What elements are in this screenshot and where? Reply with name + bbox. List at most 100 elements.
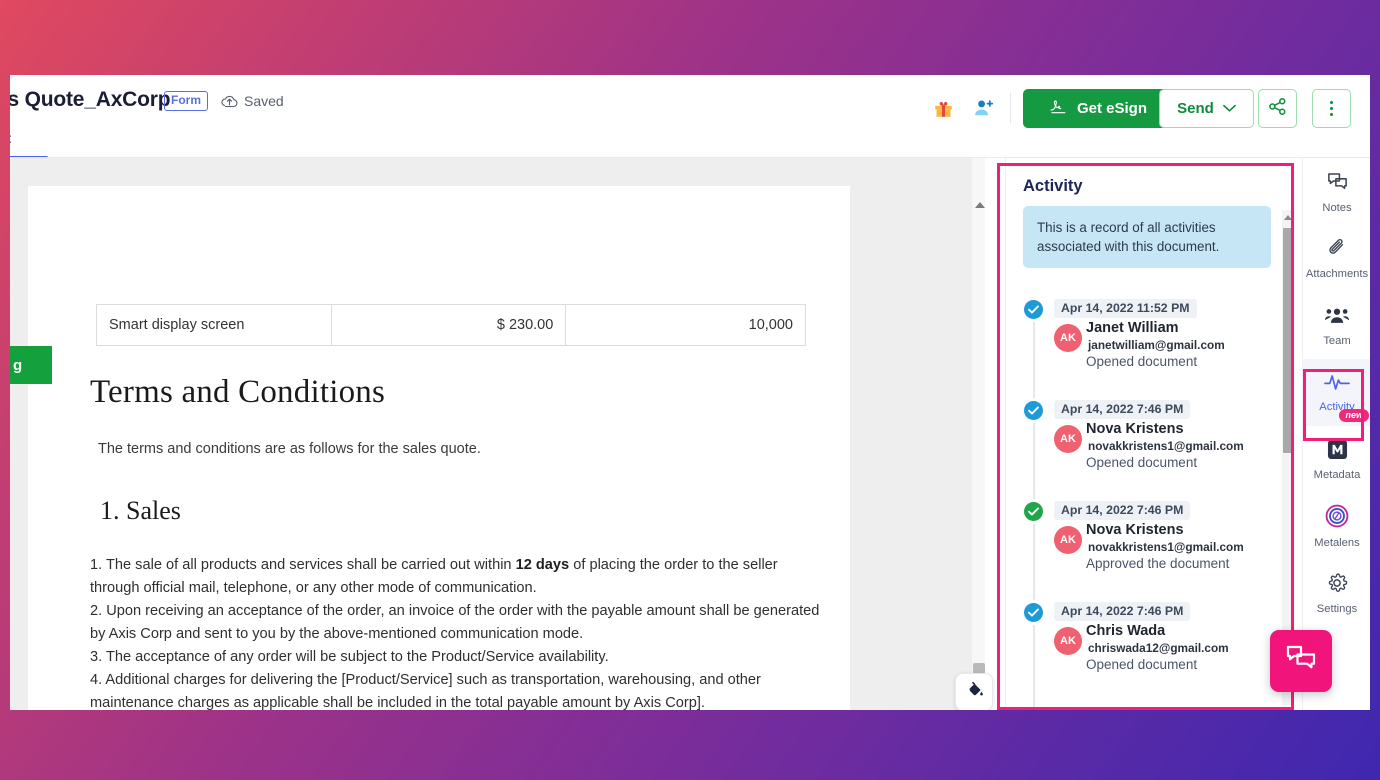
avatar: AK [1054,627,1082,655]
activity-user-email: janetwilliam@gmail.com [1088,338,1225,352]
avatar: AK [1054,425,1082,453]
chevron-down-icon [1222,100,1236,117]
rail-label: Attachments [1305,268,1369,280]
avatar: AK [1054,324,1082,352]
clause-4: 4. Additional charges for delivering the… [90,672,761,710]
activity-panel-title: Activity [1023,177,1083,195]
activity-info-note: This is a record of all activities assoc… [1023,206,1271,268]
clause-1-part-a: 1. The sale of all products and services… [90,557,516,573]
saved-status: Saved [221,93,284,109]
rail-label: Notes [1322,201,1352,214]
status-check-icon [1024,603,1043,622]
metalens-circle-icon [1325,504,1349,533]
cloud-upload-icon [221,95,238,108]
sales-clauses: 1. The sale of all products and services… [90,554,830,710]
activity-list[interactable]: Apr 14, 2022 11:52 PM AK Janet William j… [1006,298,1283,710]
cell-price[interactable]: $ 230.00 [330,304,567,346]
activity-timestamp: Apr 14, 2022 7:46 PM [1054,602,1191,621]
notes-chat-icon [1326,170,1349,198]
rail-label: Team [1323,335,1351,347]
saved-label: Saved [244,93,284,109]
rail-item-notes[interactable]: Notes [1303,158,1370,225]
cell-item[interactable]: Smart display screen [96,304,332,346]
rail-item-metalens[interactable]: Metalens [1303,493,1370,560]
activity-user-email: novakkristens1@gmail.com [1088,439,1244,453]
signature-icon [1049,99,1069,119]
add-user-icon[interactable] [970,95,996,121]
new-badge: new [1339,409,1369,422]
activity-pulse-icon [1324,372,1350,397]
rail-item-settings[interactable]: Settings [1303,560,1370,627]
activity-user-name: Janet William [1086,320,1179,336]
status-check-icon [1024,502,1043,521]
rail-label: Metadata [1313,468,1361,481]
document-page: Smart display screen $ 230.00 10,000 Ter… [28,186,850,710]
top-bar: es Quote_AxCorp Form Saved ent [10,75,1370,159]
more-options-button[interactable] [1312,89,1351,128]
activity-action-label: Opened document [1086,354,1198,369]
form-badge: Form [164,91,208,111]
cell-quantity[interactable]: 10,000 [565,304,806,346]
page-title: es Quote_AxCorp [10,88,171,111]
rail-item-attachments[interactable]: Attachments [1303,225,1370,292]
table-row[interactable]: Smart display screen $ 230.00 10,000 [96,304,806,346]
terms-heading: Terms and Conditions [90,374,386,410]
share-button[interactable] [1258,89,1297,128]
list-item[interactable]: Apr 14, 2022 7:46 PM AK Nova Kristens no… [1006,500,1283,601]
terms-lead-text: The terms and conditions are as follows … [98,441,481,457]
avatar: AK [1054,526,1082,554]
status-check-icon [1024,401,1043,420]
gear-icon [1326,572,1348,599]
kebab-menu-icon [1330,100,1333,118]
metadata-m-icon [1327,439,1348,465]
scroll-up-arrow-icon[interactable] [975,202,985,208]
send-label: Send [1177,100,1214,117]
activity-panel: Activity This is a record of all activit… [1005,158,1302,710]
activity-user-name: Nova Kristens [1086,421,1184,437]
quote-line-items-table: Smart display screen $ 230.00 10,000 [96,304,806,346]
activity-user-email: chriswada12@gmail.com [1088,641,1229,655]
activity-scrollbar-thumb[interactable] [1283,228,1293,453]
list-item[interactable]: Apr 14, 2022 11:52 PM AK Janet William j… [1006,298,1283,399]
send-button[interactable]: Send [1159,89,1254,128]
activity-action-label: Approved the document [1086,556,1230,571]
chat-fab-button[interactable] [1270,630,1332,692]
tab-document[interactable]: ent [10,130,11,155]
get-esign-label: Get eSign [1076,100,1147,117]
paint-bucket-icon [964,679,985,705]
paperclip-icon [1326,237,1348,264]
app-window: es Quote_AxCorp Form Saved ent [10,75,1370,710]
status-check-icon [1024,300,1043,319]
clause-1: 1. The sale of all products and services… [90,554,830,600]
chat-bubbles-icon [1285,644,1317,679]
green-field-tag[interactable]: g [10,346,52,384]
rail-label: Settings [1316,603,1358,615]
document-canvas[interactable]: Smart display screen $ 230.00 10,000 Ter… [10,158,985,710]
activity-timestamp: Apr 14, 2022 7:46 PM [1054,400,1191,419]
activity-timestamp: Apr 14, 2022 7:46 PM [1054,501,1191,520]
clause-3: 3. The acceptance of any order will be s… [90,649,609,665]
share-icon [1268,97,1287,121]
list-item[interactable]: Apr 14, 2022 7:46 PM AK Chris Wada chris… [1006,601,1283,702]
clause-2: 2. Upon receiving an acceptance of the o… [90,603,820,642]
fill-color-tool-button[interactable] [955,673,993,710]
sales-section-heading: 1. Sales [100,496,181,525]
gift-icon[interactable] [930,95,956,121]
rail-item-metadata[interactable]: Metadata [1303,426,1370,493]
right-icon-rail: Notes Attachments Team Activity new Meta… [1302,158,1370,710]
activity-scroll-up-arrow-icon[interactable] [1284,215,1292,220]
activity-user-name: Chris Wada [1086,623,1166,639]
team-people-icon [1325,304,1349,331]
activity-user-email: novakkristens1@gmail.com [1088,540,1244,554]
get-esign-button[interactable]: Get eSign [1023,89,1173,128]
rail-label: Metalens [1314,537,1360,549]
activity-action-label: Opened document [1086,657,1198,672]
rail-item-team[interactable]: Team [1303,292,1370,359]
document-scrollbar[interactable] [972,158,985,710]
rail-item-activity[interactable]: Activity new [1303,359,1370,426]
activity-action-label: Opened document [1086,455,1198,470]
activity-timestamp: Apr 14, 2022 11:52 PM [1054,299,1197,318]
header-divider [1010,93,1011,123]
list-item[interactable]: Apr 14, 2022 7:46 PM AK Nova Kristens no… [1006,399,1283,500]
clause-1-emphasis: 12 days [515,557,570,573]
